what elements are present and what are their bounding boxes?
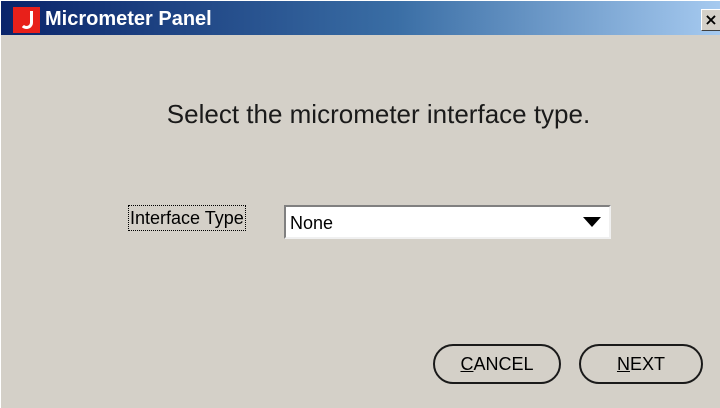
title-bar[interactable]: Micrometer Panel × [1,1,720,35]
micrometer-panel-window: Micrometer Panel × Select the micrometer… [0,0,720,408]
next-label-rest: EXT [629,354,665,374]
interface-type-select[interactable]: None [284,205,611,239]
dropdown-arrow-icon[interactable] [583,217,601,227]
close-icon: × [704,10,718,29]
app-crescent-icon [13,7,40,33]
cancel-label-rest: ANCEL [473,354,534,374]
close-button[interactable]: × [701,9,720,31]
interface-type-value: None [290,213,334,233]
interface-type-label: Interface Type [128,205,246,231]
cancel-mnemonic: C [460,354,474,374]
window-title: Micrometer Panel [45,8,212,30]
next-button[interactable]: NEXT [579,344,703,384]
crescent-shape [20,11,33,29]
cancel-button[interactable]: CANCEL [433,344,561,384]
instruction-text: Select the micrometer interface type. [166,99,591,129]
next-mnemonic: N [616,354,630,374]
